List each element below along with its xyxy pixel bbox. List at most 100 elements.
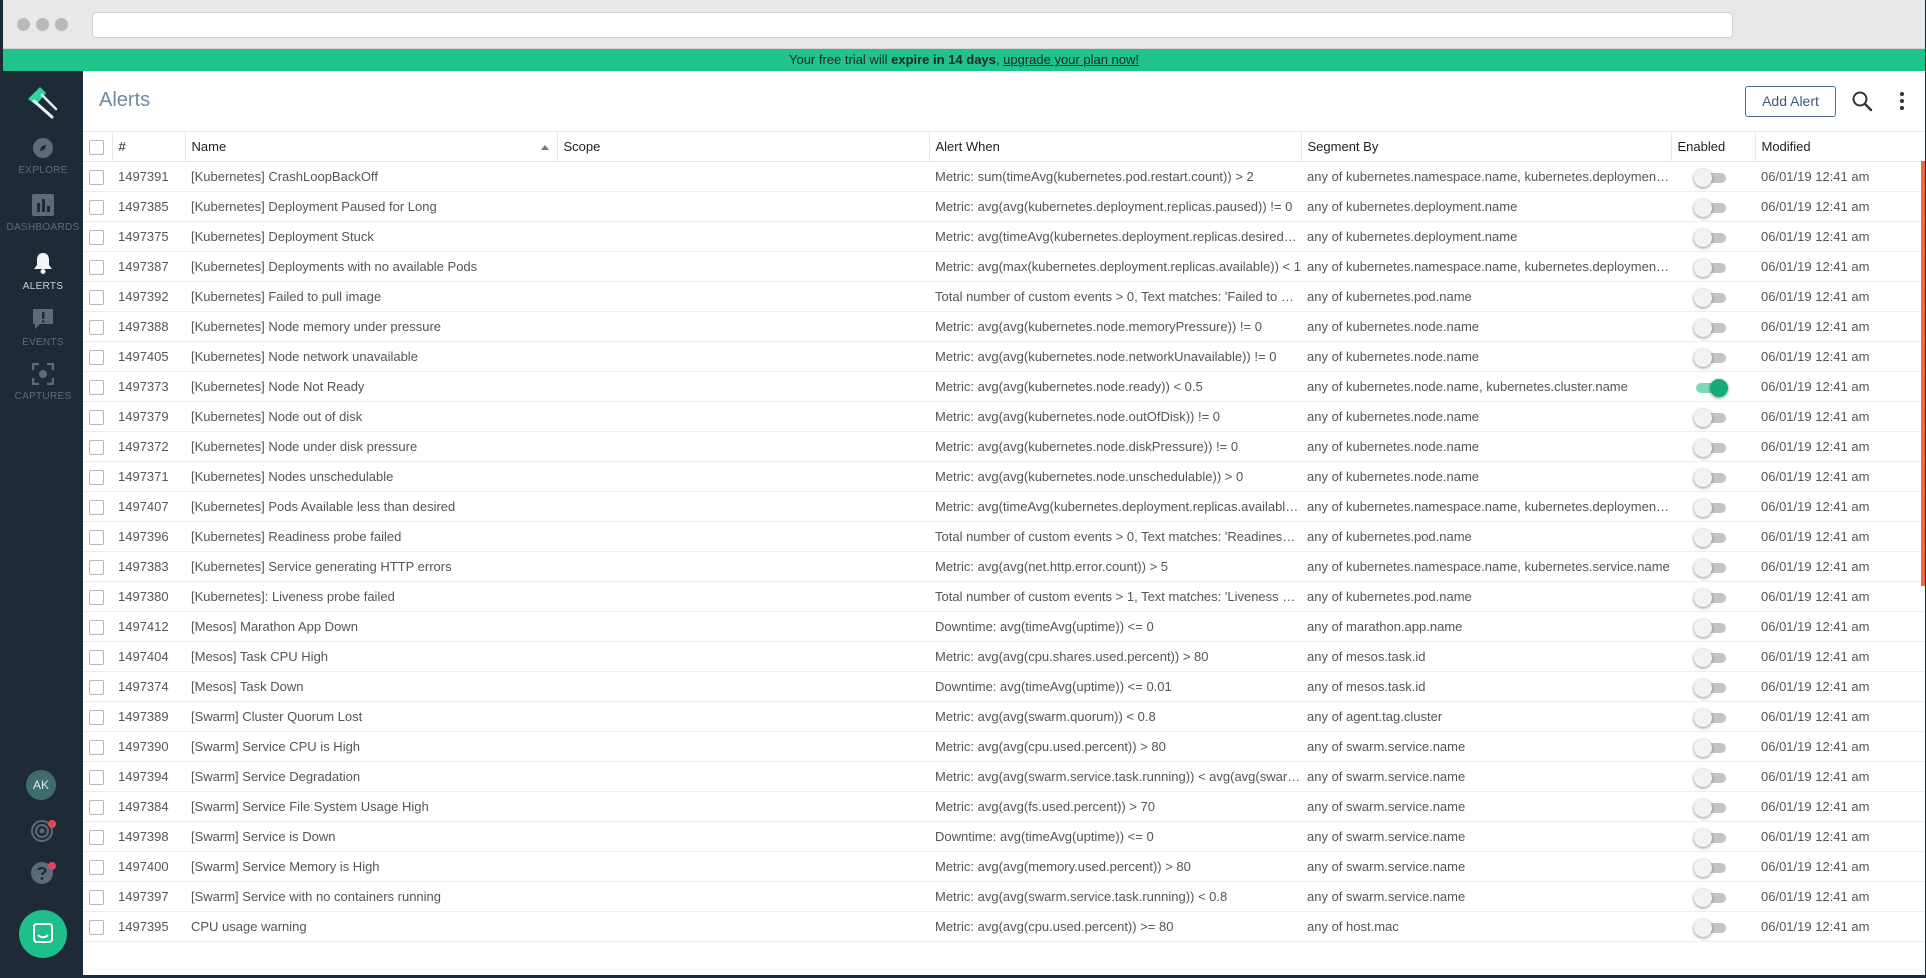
table-row[interactable]: 1497404 [Mesos] Task CPU High Metric: avg(… (83, 641, 1925, 672)
row-checkbox[interactable] (89, 319, 104, 335)
select-all-checkbox[interactable] (89, 139, 104, 155)
enabled-toggle[interactable] (1694, 618, 1726, 637)
enabled-toggle[interactable] (1694, 258, 1726, 277)
enabled-toggle[interactable] (1694, 168, 1726, 187)
table-row[interactable]: 1497400 [Swarm] Service Memory is High Met… (83, 851, 1925, 882)
avatar[interactable]: AK (26, 770, 56, 800)
enabled-toggle[interactable] (1694, 558, 1726, 577)
enabled-toggle[interactable] (1694, 798, 1726, 817)
column-header-modified[interactable]: Modified (1755, 131, 1925, 162)
table-row[interactable]: 1497374 [Mesos] Task Down Downtime: avg(ti… (83, 671, 1925, 702)
row-checkbox[interactable] (89, 919, 104, 935)
column-header-alert-when[interactable]: Alert When (929, 131, 1302, 162)
alert-name[interactable]: [Kubernetes]: Liveness probe failed (185, 581, 557, 612)
column-header-name[interactable]: Name (185, 131, 558, 162)
row-checkbox[interactable] (89, 559, 104, 575)
sysdig-logo-icon[interactable] (22, 83, 62, 123)
alert-name[interactable]: [Kubernetes] Service generating HTTP err… (185, 551, 557, 582)
more-options-icon[interactable] (1891, 90, 1913, 112)
row-checkbox[interactable] (89, 529, 104, 545)
table-row[interactable]: 1497373 [Kubernetes] Node Not Ready Metric… (83, 371, 1925, 402)
enabled-toggle[interactable] (1694, 768, 1726, 787)
table-row[interactable]: 1497396 [Kubernetes] Readiness probe fail… (83, 521, 1925, 552)
table-row[interactable]: 1497397 [Swarm] Service with no container… (83, 881, 1925, 912)
table-row[interactable]: 1497398 [Swarm] Service is Down Downtime: … (83, 821, 1925, 852)
row-checkbox[interactable] (89, 409, 104, 425)
nav-events[interactable]: EVENTS (3, 307, 83, 367)
table-row[interactable]: 1497383 [Kubernetes] Service generating H… (83, 551, 1925, 582)
table-row[interactable]: 1497379 [Kubernetes] Node out of disk Metr… (83, 401, 1925, 432)
enabled-toggle[interactable] (1694, 588, 1726, 607)
alert-name[interactable]: [Swarm] Service CPU is High (185, 731, 557, 762)
table-row[interactable]: 1497390 [Swarm] Service CPU is High Metric… (83, 731, 1925, 762)
maximize-window-dot[interactable] (55, 18, 68, 31)
enabled-toggle[interactable] (1694, 348, 1726, 367)
alert-name[interactable]: [Kubernetes] Failed to pull image (185, 281, 557, 312)
close-window-dot[interactable] (17, 18, 30, 31)
table-row[interactable]: 1497392 [Kubernetes] Failed to pull image… (83, 281, 1925, 312)
alert-name[interactable]: [Kubernetes] Nodes unschedulable (185, 461, 557, 492)
row-checkbox[interactable] (89, 619, 104, 635)
row-checkbox[interactable] (89, 679, 104, 695)
table-row[interactable]: 1497372 [Kubernetes] Node under disk pres… (83, 431, 1925, 462)
enabled-toggle[interactable] (1694, 528, 1726, 547)
nav-alerts[interactable]: ALERTS (3, 251, 83, 311)
enabled-toggle[interactable] (1694, 198, 1726, 217)
alert-name[interactable]: [Kubernetes] Pods Available less than de… (185, 491, 557, 522)
alert-name[interactable]: [Mesos] Task CPU High (185, 641, 557, 672)
minimize-window-dot[interactable] (36, 18, 49, 31)
table-row[interactable]: 1497385 [Kubernetes] Deployment Paused fo… (83, 191, 1925, 222)
alert-name[interactable]: [Swarm] Service with no containers runni… (185, 881, 557, 912)
alert-name[interactable]: [Kubernetes] Deployment Paused for Long (185, 191, 557, 222)
nav-captures[interactable]: CAPTURES (3, 363, 83, 423)
enabled-toggle[interactable] (1694, 738, 1726, 757)
table-row[interactable]: 1497391 [Kubernetes] CrashLoopBackOff Metr… (83, 161, 1925, 192)
nav-explore[interactable]: EXPLORE (3, 137, 83, 197)
table-row[interactable]: 1497375 [Kubernetes] Deployment Stuck Metr… (83, 221, 1925, 252)
alert-name[interactable]: [Kubernetes] Node out of disk (185, 401, 557, 432)
row-checkbox[interactable] (89, 499, 104, 515)
row-checkbox[interactable] (89, 199, 104, 215)
enabled-toggle[interactable] (1694, 678, 1726, 697)
table-row[interactable]: 1497412 [Mesos] Marathon App Down Downtime… (83, 611, 1925, 642)
alert-name[interactable]: [Mesos] Task Down (185, 671, 557, 702)
alert-name[interactable]: [Swarm] Service Degradation (185, 761, 557, 792)
row-checkbox[interactable] (89, 799, 104, 815)
row-checkbox[interactable] (89, 589, 104, 605)
column-header-enabled[interactable]: Enabled (1671, 131, 1756, 162)
search-icon[interactable] (1851, 90, 1873, 112)
table-row[interactable]: 1497394 [Swarm] Service Degradation Metric… (83, 761, 1925, 792)
enabled-toggle[interactable] (1694, 468, 1726, 487)
column-header-segment-by[interactable]: Segment By (1301, 131, 1672, 162)
alert-name[interactable]: [Kubernetes] Deployments with no availab… (185, 251, 557, 282)
row-checkbox[interactable] (89, 859, 104, 875)
alert-name[interactable]: [Kubernetes] Node memory under pressure (185, 311, 557, 342)
enabled-toggle[interactable] (1694, 498, 1726, 517)
table-row[interactable]: 1497395 CPU usage warning Metric: avg(avg(… (83, 911, 1925, 942)
row-checkbox[interactable] (89, 709, 104, 725)
enabled-toggle[interactable] (1694, 828, 1726, 847)
enabled-toggle[interactable] (1694, 858, 1726, 877)
enabled-toggle[interactable] (1694, 708, 1726, 727)
table-row[interactable]: 1497405 [Kubernetes] Node network unavail… (83, 341, 1925, 372)
table-row[interactable]: 1497388 [Kubernetes] Node memory under pr… (83, 311, 1925, 342)
table-row[interactable]: 1497371 [Kubernetes] Nodes unschedulable M… (83, 461, 1925, 492)
column-header-scope[interactable]: Scope (557, 131, 930, 162)
row-checkbox[interactable] (89, 349, 104, 365)
enabled-toggle[interactable] (1696, 378, 1728, 397)
enabled-toggle[interactable] (1694, 438, 1726, 457)
alert-name[interactable]: [Kubernetes] Readiness probe failed (185, 521, 557, 552)
alert-name[interactable]: [Kubernetes] Deployment Stuck (185, 221, 557, 252)
alert-name[interactable]: [Swarm] Service File System Usage High (185, 791, 557, 822)
alert-name[interactable]: CPU usage warning (185, 911, 557, 942)
table-row[interactable]: 1497384 [Swarm] Service File System Usage… (83, 791, 1925, 822)
alert-name[interactable]: [Swarm] Cluster Quorum Lost (185, 701, 557, 732)
scrollbar[interactable] (1921, 161, 1925, 586)
enabled-toggle[interactable] (1694, 288, 1726, 307)
nav-dashboards[interactable]: DASHBOARDS (3, 194, 83, 254)
chat-button[interactable] (19, 910, 67, 958)
address-bar[interactable] (92, 12, 1733, 38)
table-row[interactable]: 1497389 [Swarm] Cluster Quorum Lost Metric… (83, 701, 1925, 732)
table-row[interactable]: 1497407 [Kubernetes] Pods Available less … (83, 491, 1925, 522)
alert-name[interactable]: [Kubernetes] CrashLoopBackOff (185, 161, 557, 192)
